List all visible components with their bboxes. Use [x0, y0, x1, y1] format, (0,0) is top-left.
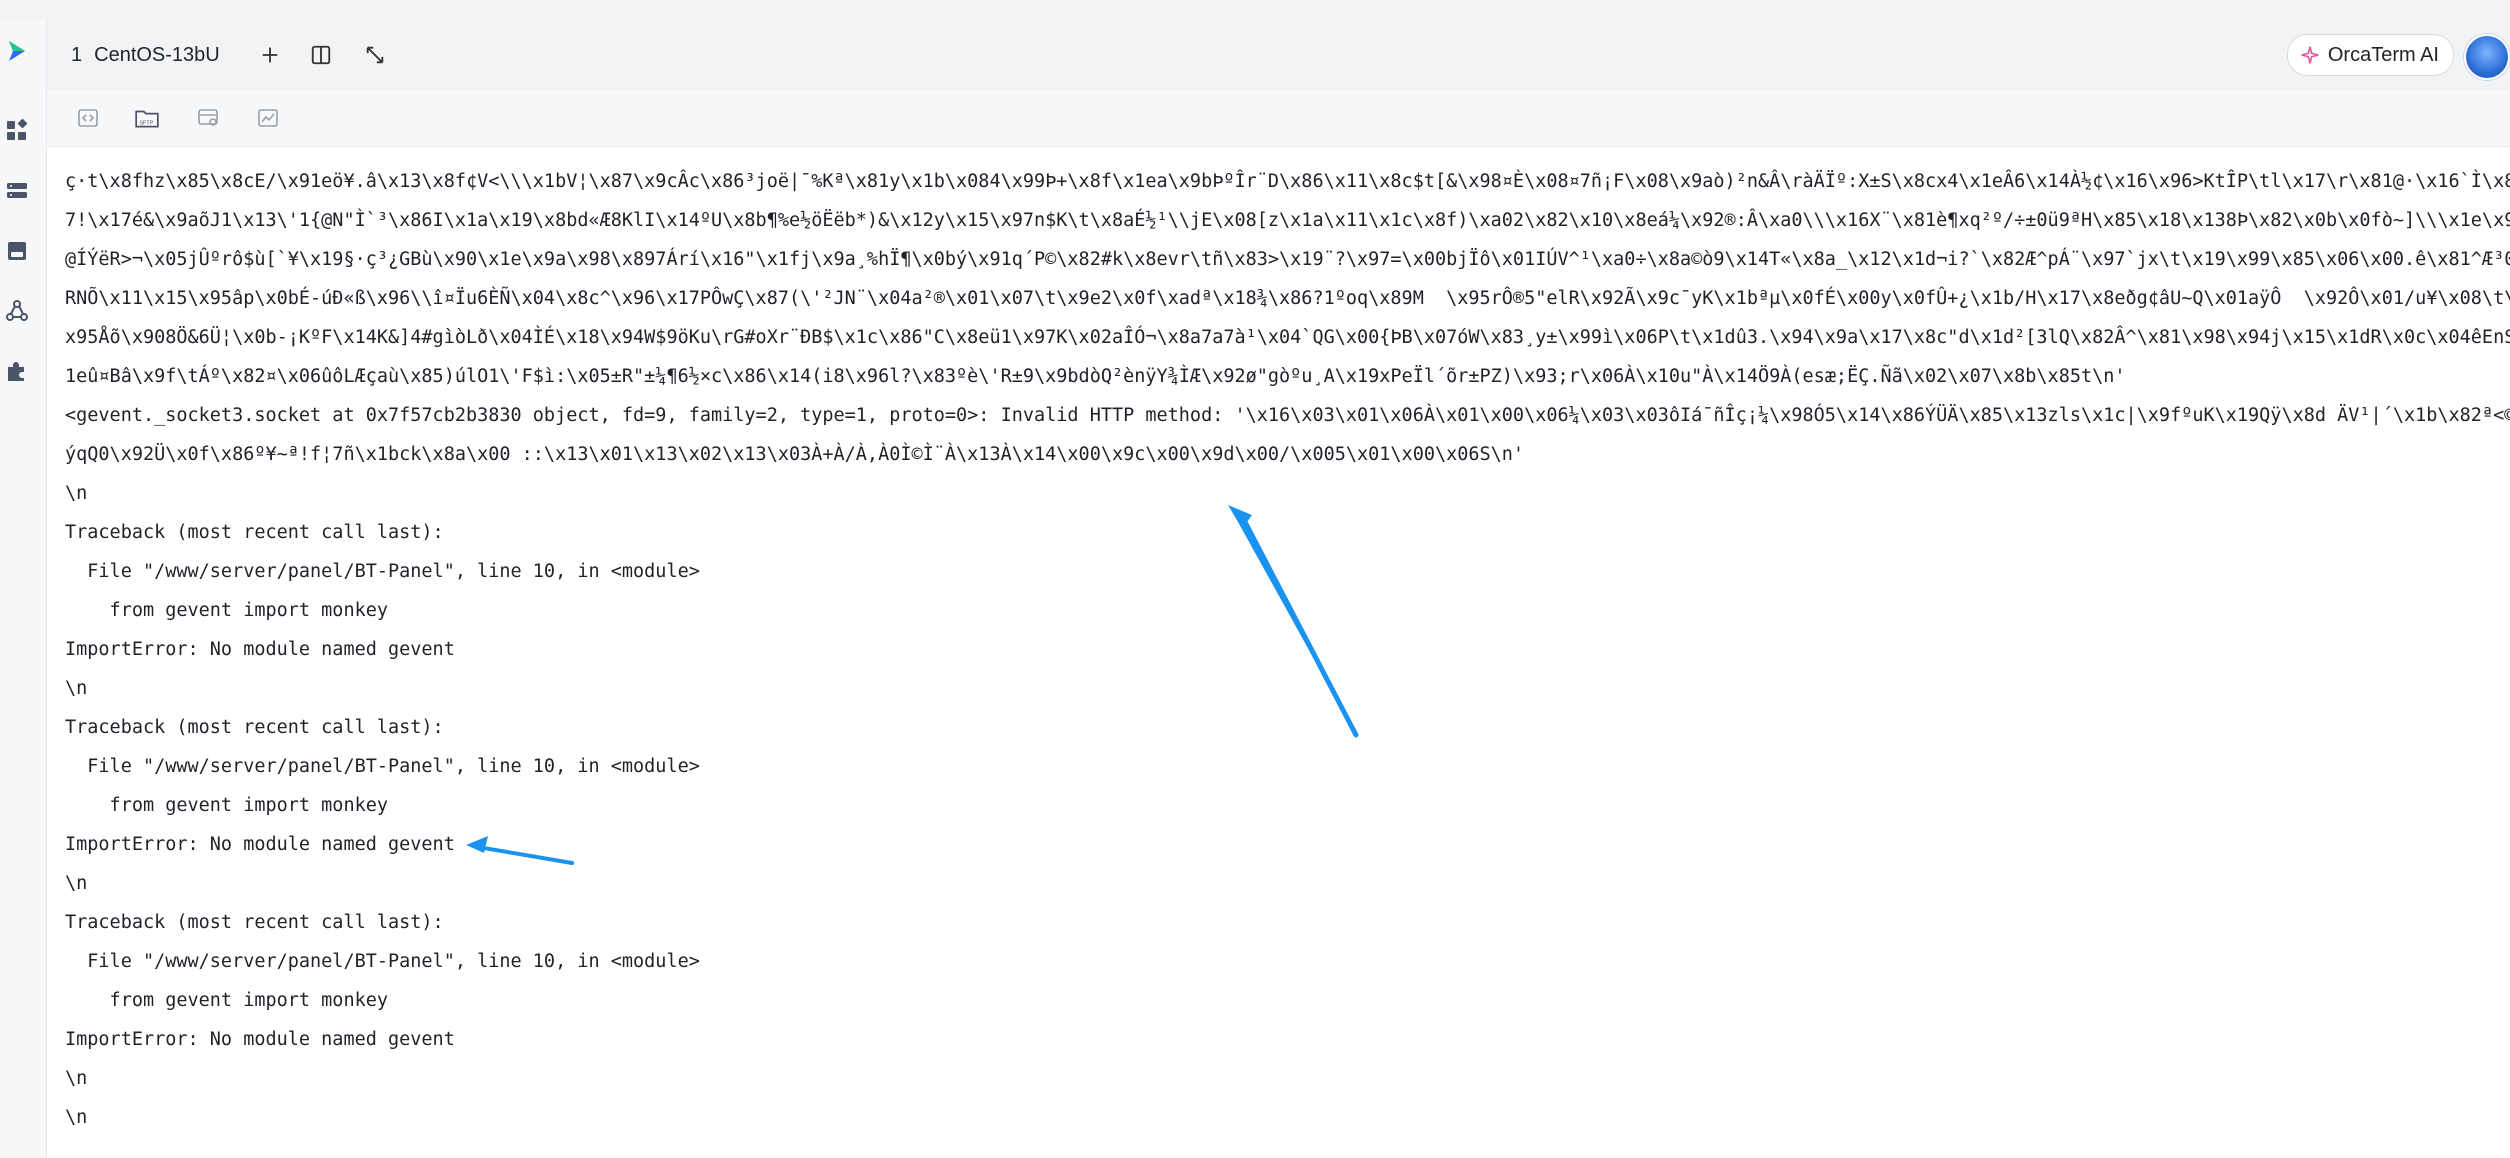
plugin-icon[interactable]: [4, 358, 30, 384]
terminal-line: Traceback (most recent call last):: [65, 912, 444, 933]
svg-text:SFTP: SFTP: [139, 121, 153, 127]
ai-sparkle-icon: [2300, 45, 2320, 65]
terminal-line: \n: [65, 483, 88, 504]
code-snippet-icon[interactable]: [73, 103, 103, 133]
orcaterm-ai-button[interactable]: OrcaTerm AI: [2286, 34, 2454, 76]
terminal-line: 1eû¤Bâ\x9f\tÁº\x82¤\x06ûôLÆçaù\x85)úlO1\…: [65, 366, 2126, 387]
tab-bar: 1 CentOS-13bU OrcaTerm AI: [47, 20, 2510, 90]
left-sidebar: [0, 20, 47, 1158]
terminal-line: File "/www/server/panel/BT-Panel", line …: [65, 951, 700, 972]
terminal-line: RNÕ\x11\x15\x95âp\x0bÉ-úÐ«ß\x96\\î¤Ïu6ÈÑ…: [65, 288, 2510, 309]
terminal-line: ImportError: No module named gevent: [65, 834, 455, 855]
terminal-line: \n: [65, 1107, 88, 1128]
terminal-line: x95Åõ\x908Ö&6Ü¦\x0b-¡KºF\x14K&]4#gìòLð\x…: [65, 327, 2510, 348]
terminal-line: from gevent import monkey: [65, 990, 389, 1011]
avatar[interactable]: [2464, 34, 2510, 80]
window-top-strip: [0, 0, 2510, 21]
sftp-folder-icon[interactable]: SFTP: [132, 103, 162, 133]
tab-label: CentOS-13bU: [94, 43, 220, 66]
tab-centos[interactable]: 1 CentOS-13bU: [47, 20, 244, 90]
terminal-line: ýqQ0\x92Ü\x0f\x86º¥~ª!f¦7ñ\x1bck\x8a\x00…: [65, 444, 1525, 465]
disk-icon[interactable]: [4, 238, 30, 264]
network-topology-icon[interactable]: [4, 298, 30, 324]
split-view-icon[interactable]: [306, 40, 336, 70]
apps-grid-icon[interactable]: [4, 118, 30, 144]
terminal-line: ç·t\x8fhz\x85\x8cE/\x91eö¥.â\x13\x8f¢V<\…: [65, 171, 2510, 192]
terminal-line: @ÍÝëR>¬\x05jÛºrô$ù[`¥\x19§·ç³¿GBù\x90\x1…: [65, 249, 2510, 270]
expand-icon[interactable]: [360, 40, 390, 70]
plus-icon[interactable]: [255, 40, 285, 70]
orcaterm-logo-icon[interactable]: [4, 38, 30, 64]
terminal-line: <gevent._socket3.socket at 0x7f57cb2b383…: [65, 405, 2510, 426]
terminal-line: from gevent import monkey: [65, 600, 389, 621]
terminal-line: File "/www/server/panel/BT-Panel", line …: [65, 756, 700, 777]
terminal-line: ImportError: No module named gevent: [65, 639, 455, 660]
terminal-line: from gevent import monkey: [65, 795, 389, 816]
monitor-chart-icon[interactable]: [253, 103, 283, 133]
terminal-line: \n: [65, 678, 88, 699]
server-list-icon[interactable]: [4, 178, 30, 204]
terminal-output[interactable]: ç·t\x8fhz\x85\x8cE/\x91eö¥.â\x13\x8f¢V<\…: [47, 147, 2510, 1158]
terminal-line: ImportError: No module named gevent: [65, 1029, 455, 1050]
terminal-line: \n: [65, 873, 88, 894]
terminal-line: Traceback (most recent call last):: [65, 717, 444, 738]
terminal-line: Traceback (most recent call last):: [65, 522, 444, 543]
tab-number: 1: [71, 43, 83, 66]
ai-button-label: OrcaTerm AI: [2327, 43, 2439, 66]
screen-record-icon[interactable]: [193, 103, 223, 133]
terminal-toolbar: SFTP: [47, 90, 2510, 147]
terminal-line: File "/www/server/panel/BT-Panel", line …: [65, 561, 700, 582]
terminal-line: \n: [65, 1068, 88, 1089]
terminal-line: 7!\x17é&\x9aõJ1\x13\'1{@N"Ì`³\x86I\x1a\x…: [65, 210, 2510, 231]
